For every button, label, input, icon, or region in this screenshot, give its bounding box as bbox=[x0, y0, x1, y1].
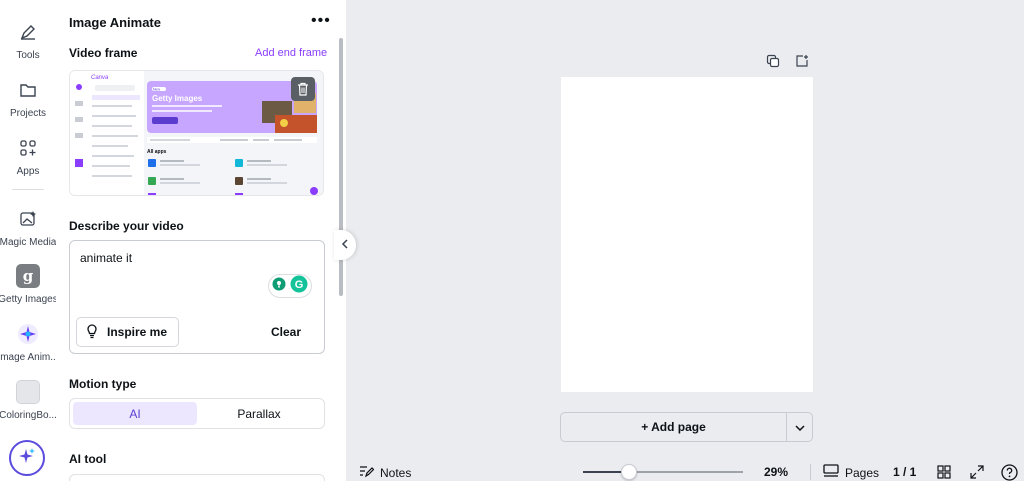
rail-label: Magic Media bbox=[0, 237, 57, 248]
rail-label: ColoringBo... bbox=[0, 410, 57, 421]
rail-label: Apps bbox=[16, 166, 40, 177]
fullscreen-icon[interactable] bbox=[969, 464, 985, 480]
trash-icon[interactable] bbox=[291, 77, 315, 101]
inspire-me-label: Inspire me bbox=[107, 325, 168, 339]
frame-screenshot: Canva New Getty Images All apps bbox=[70, 71, 323, 195]
notes-label: Notes bbox=[380, 466, 412, 480]
image-animate-panel: Image Animate ••• Video frame Add end fr… bbox=[56, 0, 346, 481]
sparkle-icon bbox=[18, 447, 36, 470]
description-value[interactable]: animate it bbox=[80, 251, 132, 265]
more-options-icon[interactable]: ••• bbox=[311, 12, 331, 30]
motion-type-toggle: AI Parallax bbox=[69, 398, 325, 429]
chevron-down-icon bbox=[794, 418, 805, 436]
pages-button[interactable]: Pages bbox=[823, 464, 879, 481]
zoom-level[interactable]: 29% bbox=[764, 465, 788, 479]
rail-divider bbox=[12, 189, 44, 190]
chevron-left-icon bbox=[341, 238, 349, 252]
notes-button[interactable]: Notes bbox=[359, 465, 411, 481]
panel-title: Image Animate bbox=[69, 15, 161, 30]
grid-view-icon[interactable] bbox=[936, 464, 952, 480]
coloringbook-icon bbox=[16, 380, 40, 404]
ai-tool-selector[interactable] bbox=[69, 474, 325, 481]
notes-icon bbox=[359, 465, 375, 481]
magic-assistant-button[interactable] bbox=[9, 440, 45, 476]
motion-option-ai[interactable]: AI bbox=[73, 402, 197, 425]
design-page[interactable] bbox=[561, 77, 813, 392]
left-rail: Tools Projects Apps Magic Media g Getty … bbox=[0, 0, 59, 481]
add-end-frame-link[interactable]: Add end frame bbox=[255, 47, 327, 59]
rail-label: Tools bbox=[16, 50, 40, 61]
thumb-section: All apps bbox=[147, 149, 167, 155]
magic-media-icon bbox=[16, 207, 40, 231]
rail-item-image-animate[interactable]: Image Anim... bbox=[0, 322, 59, 363]
lightbulb-icon bbox=[85, 323, 99, 342]
zoom-slider-handle[interactable] bbox=[621, 464, 637, 480]
duplicate-page-icon[interactable] bbox=[766, 54, 780, 68]
pen-icon bbox=[16, 20, 40, 44]
description-textarea[interactable]: animate it G Inspire me Clear bbox=[69, 240, 325, 354]
rail-label: Projects bbox=[9, 108, 47, 119]
add-page-control: + Add page bbox=[560, 412, 813, 442]
rail-item-magic-media[interactable]: Magic Media bbox=[0, 207, 56, 248]
rail-item-projects[interactable]: Projects bbox=[0, 78, 56, 119]
thumb-banner-title: Getty Images bbox=[152, 94, 203, 103]
inspire-me-button[interactable]: Inspire me bbox=[76, 317, 179, 347]
thumb-banner-tag: New bbox=[153, 88, 160, 92]
svg-text:G: G bbox=[295, 279, 304, 291]
rail-label: Getty Images bbox=[0, 294, 58, 305]
footer-divider bbox=[810, 464, 811, 480]
help-icon[interactable] bbox=[1000, 463, 1018, 481]
add-page-dropdown[interactable] bbox=[786, 413, 812, 441]
pages-icon bbox=[823, 464, 839, 481]
grammarly-widget[interactable]: G bbox=[268, 274, 312, 298]
describe-video-label: Describe your video bbox=[69, 219, 184, 233]
pages-label: Pages bbox=[845, 465, 880, 480]
add-page-button[interactable]: + Add page bbox=[561, 413, 786, 441]
ai-tool-label: AI tool bbox=[69, 452, 107, 466]
getty-g-icon: g bbox=[16, 264, 40, 288]
rail-item-coloringbook[interactable]: ColoringBo... bbox=[0, 380, 57, 421]
motion-option-parallax[interactable]: Parallax bbox=[197, 402, 321, 425]
video-frame-thumbnail[interactable]: Canva New Getty Images All apps bbox=[69, 70, 324, 196]
lightbulb-badge-icon bbox=[272, 277, 286, 296]
grammarly-icon: G bbox=[290, 275, 308, 298]
folder-icon bbox=[16, 78, 40, 102]
page-count: 1 / 1 bbox=[893, 465, 917, 479]
collapse-panel-button[interactable] bbox=[334, 230, 356, 260]
rail-item-getty-images[interactable]: g Getty Images bbox=[0, 264, 58, 305]
zoom-slider[interactable] bbox=[583, 464, 743, 480]
motion-type-label: Motion type bbox=[69, 377, 137, 391]
clear-button[interactable]: Clear bbox=[271, 325, 301, 339]
page-toolbar bbox=[766, 54, 809, 68]
add-page-above-icon[interactable] bbox=[795, 54, 809, 68]
image-animate-icon bbox=[16, 322, 40, 346]
rail-item-apps[interactable]: Apps bbox=[0, 136, 56, 177]
rail-label: Image Anim... bbox=[0, 352, 59, 363]
video-frame-label: Video frame bbox=[69, 46, 138, 60]
thumb-logo: Canva bbox=[91, 75, 109, 81]
rail-item-tools[interactable]: Tools bbox=[0, 20, 56, 61]
apps-grid-icon bbox=[16, 136, 40, 160]
